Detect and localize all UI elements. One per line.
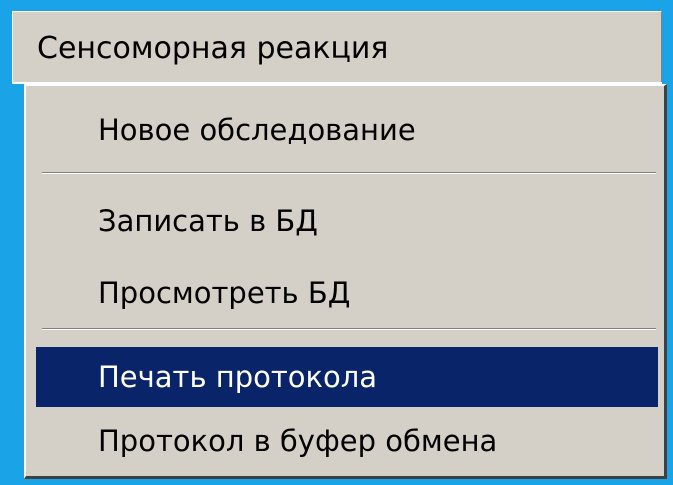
menu-separator (42, 172, 656, 174)
menu-item-label: Печать протокола (98, 360, 378, 394)
dropdown-menu: Новое обследование Записать в БД Просмот… (24, 84, 667, 479)
menu-item-print-protocol[interactable]: Печать протокола (36, 347, 658, 407)
menu-item-new-examination[interactable]: Новое обследование (36, 100, 656, 160)
menu-item-label: Протокол в буфер обмена (98, 424, 498, 458)
menu-item-label: Записать в БД (98, 204, 318, 238)
menubar[interactable]: Сенсоморная реакция (12, 11, 662, 82)
menu-item-label: Просмотреть БД (98, 276, 351, 310)
menu-item-label: Новое обследование (98, 113, 416, 147)
menu-item-copy-protocol-to-clipboard[interactable]: Протокол в буфер обмена (36, 411, 656, 471)
menu-item-view-db[interactable]: Просмотреть БД (36, 263, 656, 323)
menu-separator (42, 328, 656, 330)
menu-title-sensomotor-reaction[interactable]: Сенсоморная реакция (37, 12, 388, 83)
menu-item-save-to-db[interactable]: Записать в БД (36, 191, 656, 251)
screen: Сенсоморная реакция Новое обследование З… (0, 0, 673, 485)
